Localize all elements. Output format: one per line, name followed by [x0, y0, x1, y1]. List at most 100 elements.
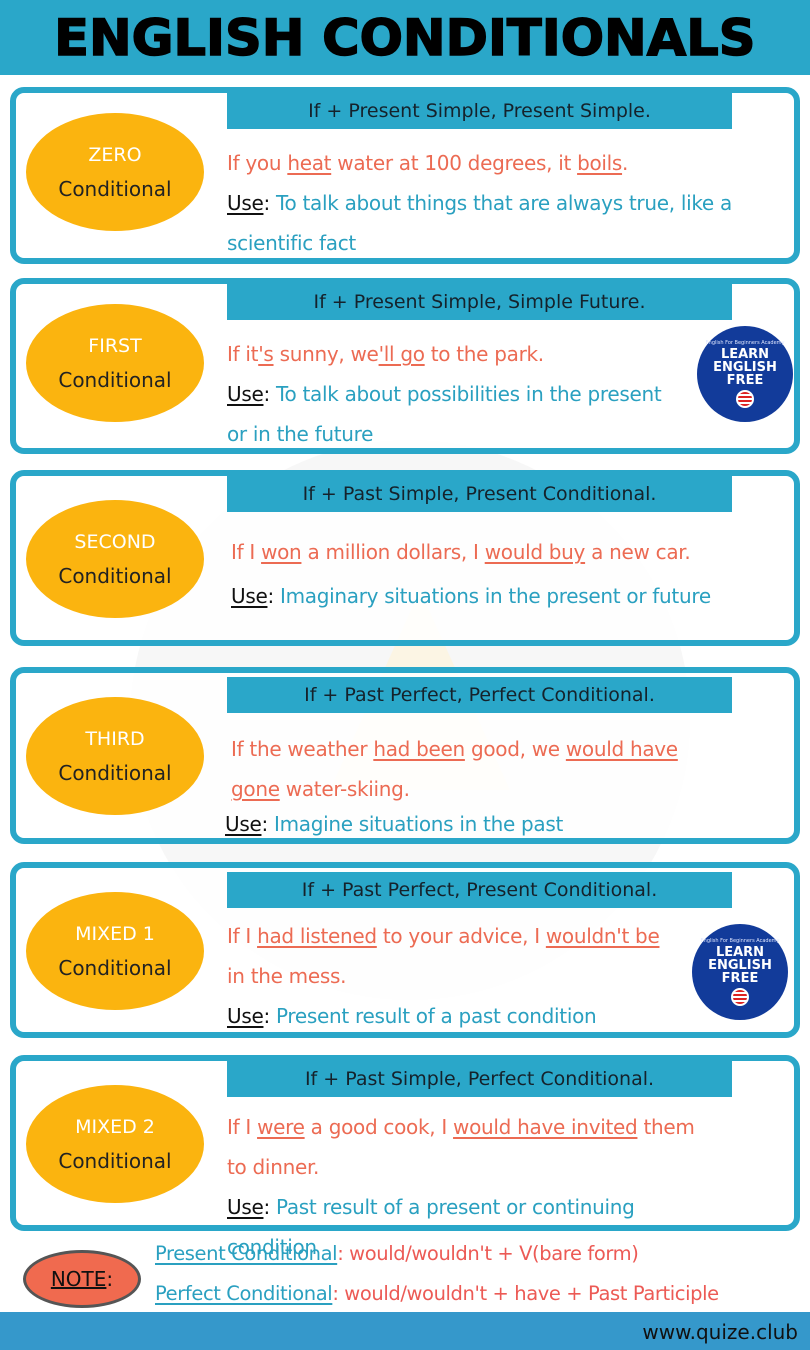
page-header: ENGLISH CONDITIONALS — [0, 0, 810, 75]
logo-small-text: English For Beginners Academy — [705, 340, 785, 346]
note-term: Present Conditional — [155, 1242, 338, 1265]
formula-banner: If + Past Simple, Present Conditional. — [227, 476, 732, 512]
example-sentence: If I were a good cook, I would have invi… — [227, 1107, 704, 1187]
note-definition: would/wouldn't + have + Past Participle — [344, 1282, 719, 1305]
card-second-conditional: If + Past Simple, Present Conditional. S… — [10, 470, 800, 646]
sentence-part: If you — [227, 151, 288, 175]
use-label: Use — [225, 812, 262, 836]
use-label: Use — [227, 1004, 264, 1028]
highlighted-verb: won — [261, 540, 302, 564]
formula-banner: If + Past Perfect, Present Conditional. — [227, 872, 732, 908]
highlighted-verb: were — [257, 1115, 305, 1139]
badge-type: THIRD — [85, 728, 145, 750]
highlighted-verb: 's — [258, 342, 274, 366]
highlighted-verb: had been — [373, 737, 465, 761]
sentence-part: a good cook, I — [304, 1115, 454, 1139]
sentence-part: If I — [227, 924, 258, 948]
card-third-conditional: If + Past Perfect, Perfect Conditional. … — [10, 667, 800, 844]
highlighted-verb: boils — [577, 151, 623, 175]
conditional-type-badge: MIXED 1 Conditional — [26, 892, 204, 1010]
card-mixed1-conditional: If + Past Perfect, Present Conditional. … — [10, 862, 800, 1038]
sentence-part: a million dollars, I — [301, 540, 485, 564]
sentence-part: If I — [227, 1115, 258, 1139]
note-badge: NOTE: — [23, 1250, 141, 1308]
use-description: Use: To talk about possibilities in the … — [227, 382, 662, 446]
note-term: Perfect Conditional — [155, 1282, 333, 1305]
formula-banner: If + Past Simple, Perfect Conditional. — [227, 1061, 732, 1097]
sentence-part: to your advice, I — [376, 924, 546, 948]
conditional-type-badge: FIRST Conditional — [26, 304, 204, 422]
example-sentence: If it's sunny, we'll go to the park. — [227, 334, 679, 374]
sentence-part: If it — [227, 342, 259, 366]
use-text: Imagine situations in the past — [273, 812, 564, 836]
use-text: To talk about things that are always tru… — [227, 191, 732, 255]
use-label: Use — [227, 382, 264, 406]
sentence-part: If I — [231, 540, 262, 564]
example-sentence: If I won a million dollars, I would buy … — [231, 530, 784, 574]
page-title: ENGLISH CONDITIONALS — [54, 8, 757, 68]
example-sentence: If you heat water at 100 degrees, it boi… — [227, 143, 754, 183]
badge-word: Conditional — [58, 564, 172, 588]
sentence-part: If the weather — [231, 737, 374, 761]
badge-type: FIRST — [88, 335, 142, 357]
badge-word: Conditional — [58, 956, 172, 980]
badge-word: Conditional — [58, 761, 172, 785]
card-body: If I won a million dollars, I would buy … — [231, 530, 784, 618]
sentence-part: water at 100 degrees, it — [331, 151, 578, 175]
page-footer: www.quize.club — [0, 1312, 810, 1350]
formula-banner: If + Past Perfect, Perfect Conditional. — [227, 677, 732, 713]
sentence-part: sunny, we — [273, 342, 379, 366]
card-mixed2-conditional: If + Past Simple, Perfect Conditional. M… — [10, 1055, 800, 1259]
note-item-present-conditional: Present Conditional: would/wouldn't + V(… — [155, 1242, 639, 1265]
note-definition: would/wouldn't + V(bare form) — [349, 1242, 639, 1265]
logo-line: FREE — [726, 373, 764, 388]
formula-banner: If + Present Simple, Simple Future. — [227, 284, 732, 320]
conditional-type-badge: MIXED 2 Conditional — [26, 1085, 204, 1203]
highlighted-verb: heat — [287, 151, 332, 175]
conditional-type-badge: THIRD Conditional — [26, 697, 204, 815]
badge-type: SECOND — [74, 531, 156, 553]
sentence-part: in the mess. — [227, 964, 347, 988]
badge-type: ZERO — [88, 144, 142, 166]
sentence-part: water-skiing. — [279, 777, 410, 801]
note-colon: : — [106, 1267, 114, 1291]
use-label: Use — [231, 584, 268, 608]
sentence-part: . — [622, 151, 629, 175]
badge-type: MIXED 1 — [75, 923, 155, 945]
use-label: Use — [227, 191, 264, 215]
highlighted-verb: would have invited — [453, 1115, 638, 1139]
card-body: If I had listened to your advice, I woul… — [227, 916, 664, 1036]
note-label: NOTE — [50, 1267, 107, 1291]
card-body: If you heat water at 100 degrees, it boi… — [227, 143, 754, 263]
use-text: To talk about possibilities in the prese… — [227, 382, 662, 446]
note-section: NOTE: Present Conditional: would/wouldn'… — [0, 1236, 810, 1308]
use-description: Use: Present result of a past condition — [227, 1004, 597, 1028]
example-sentence: If the weather had been good, we would h… — [231, 729, 724, 809]
card-body: If it's sunny, we'll go to the park. Use… — [227, 334, 679, 454]
website-url: www.quize.club — [642, 1320, 798, 1344]
badge-word: Conditional — [58, 177, 172, 201]
flag-emblem-icon — [731, 988, 749, 1006]
example-sentence: If I had listened to your advice, I woul… — [227, 916, 664, 996]
use-text: Imaginary situations in the present or f… — [279, 584, 711, 608]
learn-english-free-logo: English For Beginners Academy LEARN ENGL… — [692, 924, 788, 1020]
learn-english-free-logo: English For Beginners Academy LEARN ENGL… — [697, 326, 793, 422]
use-label: Use — [227, 1195, 264, 1219]
conditional-type-badge: SECOND Conditional — [26, 500, 204, 618]
card-first-conditional: If + Present Simple, Simple Future. FIRS… — [10, 278, 800, 454]
badge-type: MIXED 2 — [75, 1116, 155, 1138]
highlighted-verb: wouldn't be — [545, 924, 660, 948]
logo-line: FREE — [721, 971, 759, 986]
card-body: If the weather had been good, we would h… — [225, 729, 724, 839]
highlighted-verb: would buy — [484, 540, 586, 564]
highlighted-verb: had listened — [257, 924, 377, 948]
note-item-perfect-conditional: Perfect Conditional: would/wouldn't + ha… — [155, 1282, 719, 1305]
formula-banner: If + Present Simple, Present Simple. — [227, 93, 732, 129]
conditional-type-badge: ZERO Conditional — [26, 113, 204, 231]
use-text: Present result of a past condition — [275, 1004, 597, 1028]
sentence-part: good, we — [464, 737, 566, 761]
sentence-part: to the park. — [424, 342, 544, 366]
badge-word: Conditional — [58, 1149, 172, 1173]
use-description: Use: Imaginary situations in the present… — [231, 584, 711, 608]
use-description: Use: Imagine situations in the past — [225, 812, 564, 836]
